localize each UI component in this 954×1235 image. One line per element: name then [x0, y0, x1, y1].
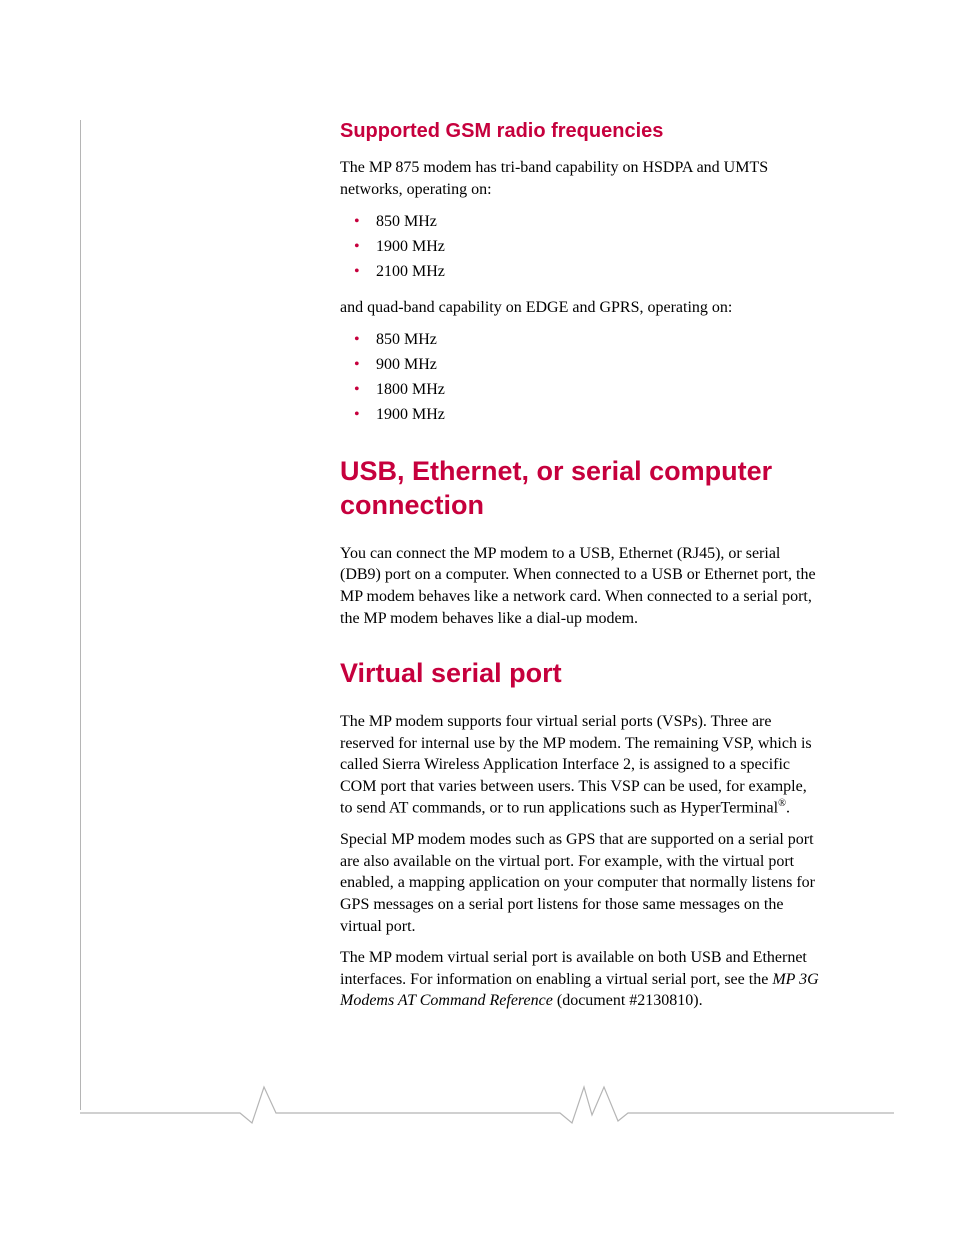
usb-paragraph: You can connect the MP modem to a USB, E…: [340, 543, 820, 629]
list-item: 850 MHz: [354, 328, 820, 353]
heading-gsm-frequencies: Supported GSM radio frequencies: [340, 120, 820, 143]
text-span: The MP modem virtual serial port is avai…: [340, 949, 807, 988]
heading-virtual-serial-port: Virtual serial port: [340, 657, 820, 691]
text-span: The MP modem supports four virtual seria…: [340, 713, 812, 817]
footer-wave-icon: [80, 1075, 894, 1135]
list-item: 1900 MHz: [354, 235, 820, 260]
text-span: .: [786, 800, 790, 817]
list-item: 850 MHz: [354, 210, 820, 235]
list-item: 2100 MHz: [354, 260, 820, 285]
list-item: 1900 MHz: [354, 403, 820, 428]
text-span: (document #2130810).: [553, 992, 703, 1009]
gsm-intro: The MP 875 modem has tri-band capability…: [340, 157, 820, 200]
gsm-list-1: 850 MHz 1900 MHz 2100 MHz: [340, 210, 820, 284]
registered-mark: ®: [778, 798, 786, 809]
left-margin-rule: [80, 120, 81, 1110]
heading-usb-ethernet-serial: USB, Ethernet, or serial computer connec…: [340, 455, 820, 523]
vsp-paragraph-2: Special MP modem modes such as GPS that …: [340, 829, 820, 937]
page: Supported GSM radio frequencies The MP 8…: [0, 0, 954, 1235]
list-item: 900 MHz: [354, 353, 820, 378]
vsp-paragraph-1: The MP modem supports four virtual seria…: [340, 711, 820, 819]
gsm-list-2: 850 MHz 900 MHz 1800 MHz 1900 MHz: [340, 328, 820, 427]
content-column: Supported GSM radio frequencies The MP 8…: [340, 120, 820, 1022]
gsm-mid: and quad-band capability on EDGE and GPR…: [340, 297, 820, 319]
vsp-paragraph-3: The MP modem virtual serial port is avai…: [340, 947, 820, 1012]
list-item: 1800 MHz: [354, 378, 820, 403]
